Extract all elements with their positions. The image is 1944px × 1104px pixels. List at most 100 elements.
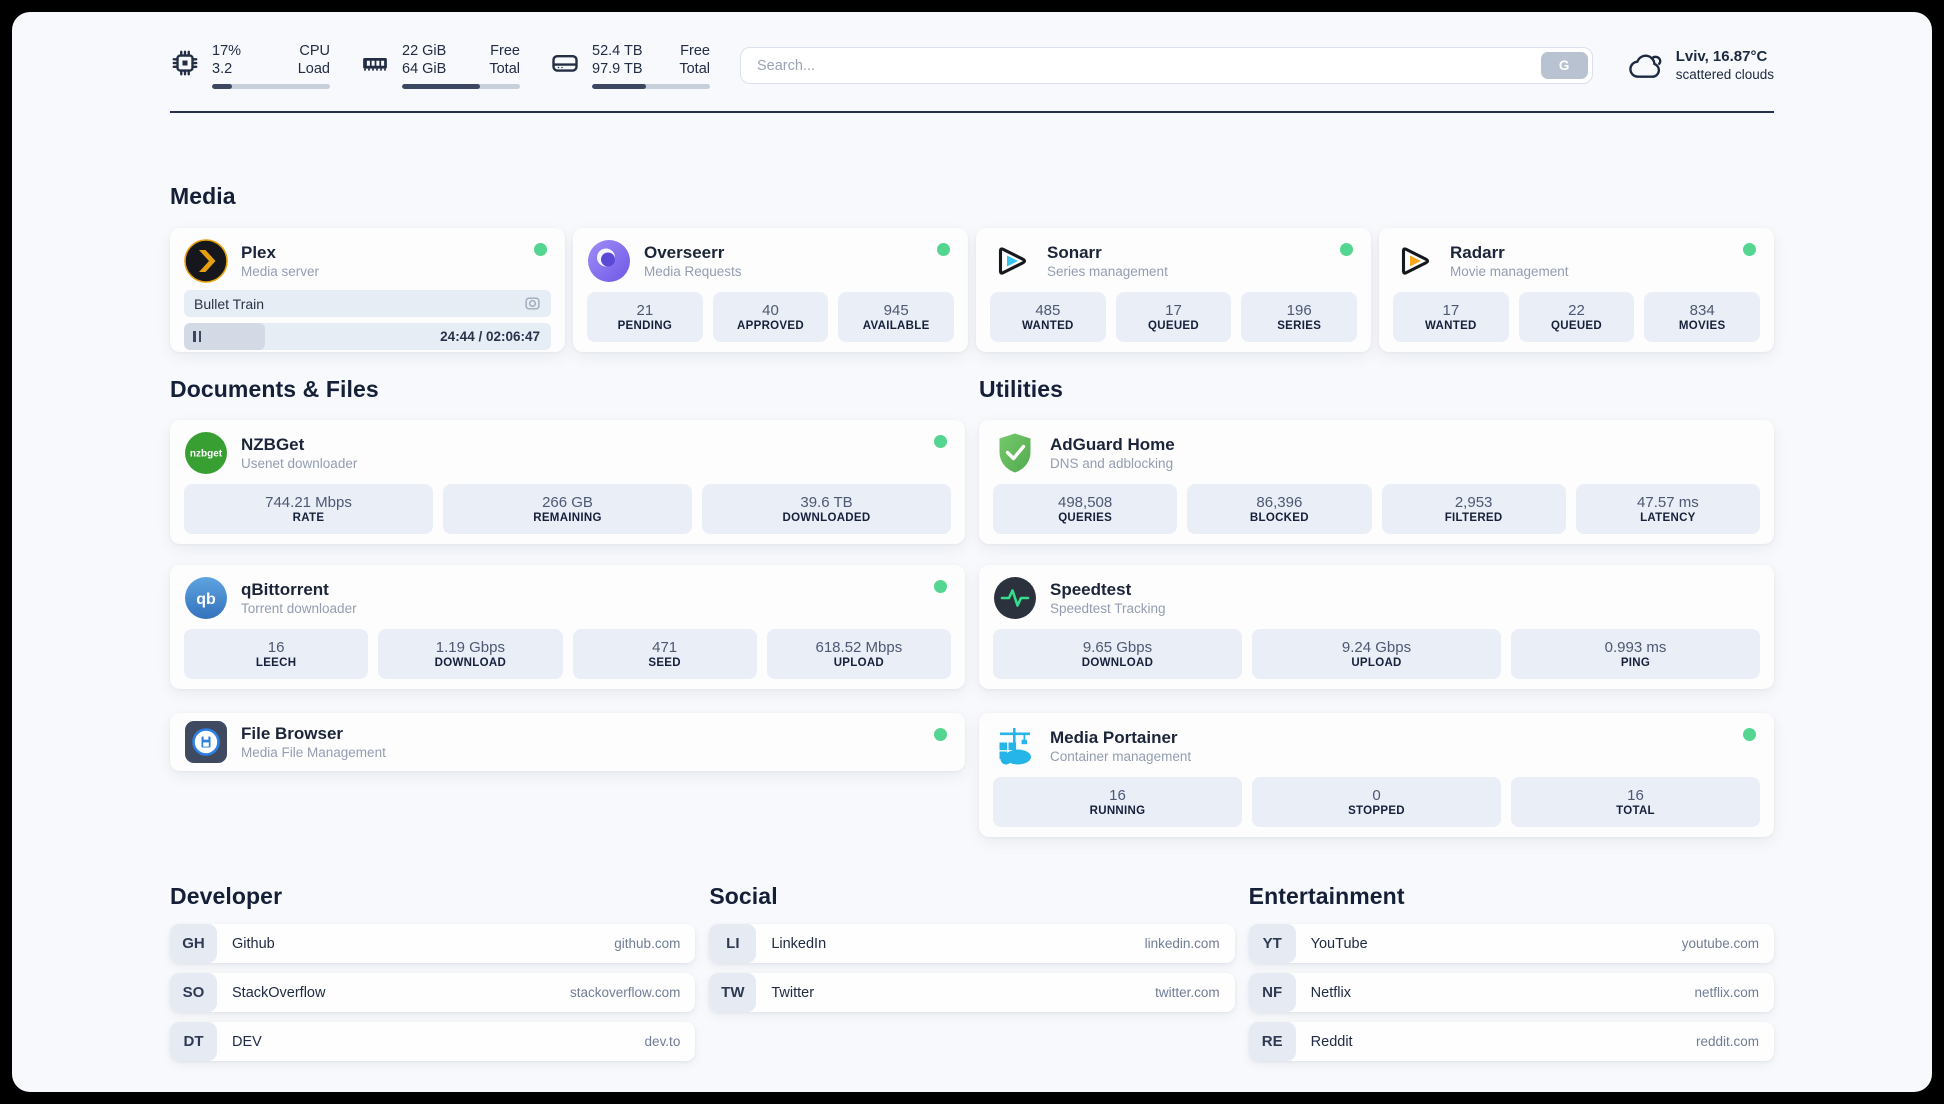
now-playing-title: Bullet Train (194, 295, 265, 312)
app-title: File Browser (241, 724, 344, 743)
app-card-plex[interactable]: Plex Media server Bullet Train 24:44 / 0… (170, 228, 565, 352)
app-card-speedtest[interactable]: Speedtest Speedtest Tracking 9.65 Gbps DO… (979, 565, 1774, 689)
bookmark-name: Twitter (771, 984, 815, 1001)
stat-wanted: 17 WANTED (1393, 292, 1509, 342)
stat-filtered: 2,953 FILTERED (1381, 484, 1566, 534)
stat-ping: 0.993 ms PING (1511, 629, 1760, 679)
bookmark-netflix[interactable]: NF Netflix netflix.com (1248, 973, 1774, 1012)
header-bar: 17% CPU 3.2 Load 22 GiB Free 64 GiB Tota… (170, 12, 1774, 89)
app-card-sonarr[interactable]: Sonarr Series management 485 WANTED 17 QUE… (976, 228, 1371, 352)
stat-approved: 40 APPROVED (712, 292, 829, 342)
status-dot (534, 243, 547, 256)
app-title: Sonarr (1047, 243, 1102, 262)
status-dot (934, 580, 947, 593)
bookmark-url: netflix.com (1694, 985, 1759, 1000)
app-title: Overseerr (644, 243, 725, 262)
search-input[interactable] (740, 47, 1593, 84)
status-dot (1340, 243, 1353, 256)
bookmark-name: LinkedIn (771, 935, 827, 952)
app-card-radarr[interactable]: Radarr Movie management 17 WANTED 22 QUEUE… (1379, 228, 1774, 352)
stat-stopped: 0 STOPPED (1252, 777, 1501, 827)
stat-latency: 47.57 ms LATENCY (1575, 484, 1760, 534)
bookmark-stackoverflow[interactable]: SO StackOverflow stackoverflow.com (170, 973, 696, 1012)
session-icon[interactable] (524, 295, 541, 312)
app-subtitle: Usenet downloader (241, 456, 358, 471)
overseerr-icon (588, 240, 630, 282)
bookmark-twitter[interactable]: TW Twitter twitter.com (709, 973, 1235, 1012)
bookmark-name: StackOverflow (232, 984, 326, 1001)
cpu-usage: 17% (212, 43, 242, 59)
app-title: Media Portainer (1050, 728, 1178, 747)
bookmark-abbr: RE (1248, 1022, 1296, 1061)
app-title: Plex (241, 243, 276, 262)
disk-widget: 52.4 TB Free 97.9 TB Total (550, 42, 710, 89)
bookmark-url: dev.to (644, 1034, 681, 1049)
disk-total: 97.9 TB (592, 61, 643, 77)
bookmark-linkedin[interactable]: LI LinkedIn linkedin.com (709, 924, 1235, 963)
bookmark-url: github.com (614, 936, 681, 951)
stat-series: 196 SERIES (1241, 292, 1358, 342)
app-card-qbittorrent[interactable]: qb qBittorrent Torrent downloader 16 LEEC… (170, 565, 965, 689)
ram-widget: 22 GiB Free 64 GiB Total (360, 42, 520, 89)
ram-total: 64 GiB (402, 61, 447, 77)
stat-leech: 16 LEECH (184, 629, 369, 679)
bookmark-abbr: GH (170, 924, 217, 963)
stat-pending: 21 PENDING (587, 292, 703, 342)
weather-widget: Lviv, 16.87°C scattered clouds (1627, 47, 1774, 84)
stat-queued: 17 QUEUED (1115, 292, 1232, 342)
app-subtitle: Speedtest Tracking (1050, 601, 1166, 616)
dashboard-page: 17% CPU 3.2 Load 22 GiB Free 64 GiB Tota… (12, 12, 1932, 1092)
sonarr-icon (998, 247, 1027, 275)
bookmark-name: DEV (232, 1033, 262, 1050)
app-subtitle: Container management (1050, 749, 1192, 764)
section-title-utilities: Utilities (979, 376, 1063, 402)
stat-running: 16 RUNNING (993, 777, 1242, 827)
playback-progressbar[interactable]: 24:44 / 02:06:47 (184, 323, 551, 350)
bookmark-url: stackoverflow.com (570, 985, 681, 1000)
search-engine-button[interactable]: G (1540, 52, 1588, 79)
cpu-progressbar (212, 84, 330, 89)
qbittorrent-icon: qb (185, 577, 227, 619)
ram-label-1: Free (490, 43, 520, 59)
bookmark-name: Reddit (1310, 1033, 1353, 1050)
app-title: Speedtest (1050, 580, 1132, 599)
stat-queries: 498,508 QUERIES (993, 484, 1178, 534)
status-dot (934, 435, 947, 448)
bookmark-youtube[interactable]: YT YouTube youtube.com (1248, 924, 1774, 963)
app-card-adguard[interactable]: AdGuard Home DNS and adblocking 498,508 Q… (979, 420, 1774, 544)
app-subtitle: Movie management (1450, 264, 1569, 279)
ram-icon (363, 58, 387, 71)
app-card-overseerr[interactable]: Overseerr Media Requests 21 PENDING 40 APP… (573, 228, 968, 352)
bookmark-abbr: DT (170, 1022, 217, 1061)
nzbget-icon: nzbget (185, 432, 227, 474)
pause-button[interactable] (184, 323, 265, 350)
search-bar: G (740, 47, 1593, 84)
bookmark-abbr: SO (170, 973, 217, 1012)
bookmark-dev[interactable]: DT DEV dev.to (170, 1022, 696, 1061)
app-subtitle: Media Requests (644, 264, 742, 279)
app-subtitle: DNS and adblocking (1050, 456, 1174, 471)
stat-available: 945 AVAILABLE (838, 292, 955, 342)
app-card-nzbget[interactable]: nzbget NZBGet Usenet downloader 744.21 M… (170, 420, 965, 544)
app-card-portainer[interactable]: Media Portainer Container management 16 R… (979, 713, 1774, 837)
bookmark-url: youtube.com (1681, 936, 1759, 951)
playback-time: 24:44 / 02:06:47 (440, 329, 540, 344)
app-subtitle: Torrent downloader (241, 601, 357, 616)
app-title: NZBGet (241, 435, 305, 454)
app-subtitle: Series management (1047, 264, 1168, 279)
bookmark-github[interactable]: GH Github github.com (170, 924, 696, 963)
stat-remaining: 266 GB REMAINING (443, 484, 692, 534)
app-title: AdGuard Home (1050, 435, 1175, 454)
cpu-icon (172, 50, 198, 76)
stat-download: 1.19 Gbps DOWNLOAD (378, 629, 563, 679)
now-playing-row: Bullet Train (184, 290, 551, 317)
app-subtitle: Media File Management (241, 745, 386, 760)
disk-icon (552, 54, 578, 72)
stat-movies: 834 MOVIES (1644, 292, 1761, 342)
weather-location-temp: Lviv, 16.87°C (1675, 48, 1768, 65)
section-title-media: Media (170, 183, 236, 209)
stat-wanted: 485 WANTED (990, 292, 1106, 342)
stat-downloaded: 39.6 TB DOWNLOADED (702, 484, 951, 534)
app-card-filebrowser[interactable]: File Browser Media File Management (170, 713, 965, 771)
bookmark-reddit[interactable]: RE Reddit reddit.com (1248, 1022, 1774, 1061)
